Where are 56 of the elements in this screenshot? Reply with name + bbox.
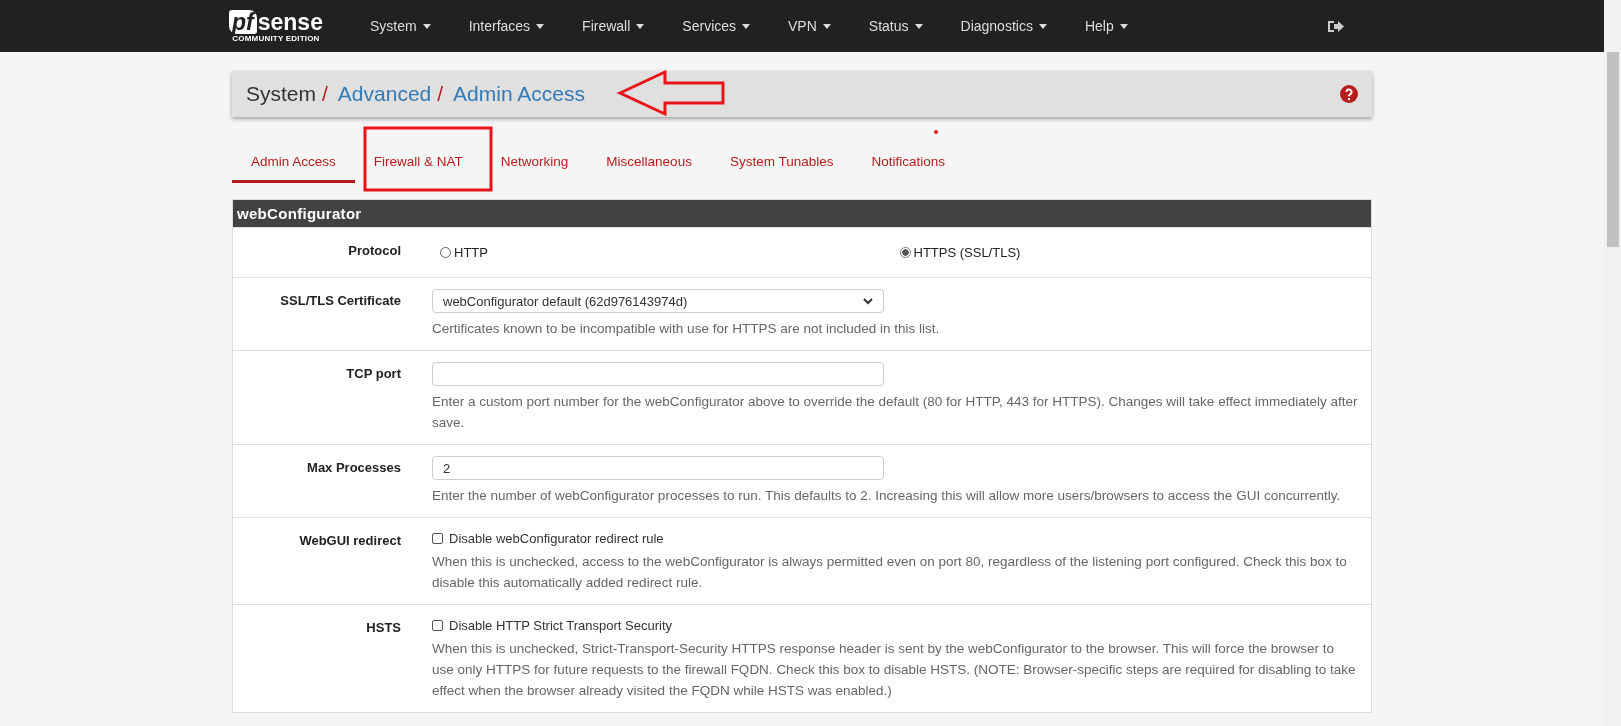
caret-icon (536, 23, 545, 29)
checkbox[interactable] (432, 620, 443, 631)
menu-item[interactable]: Status (849, 18, 942, 34)
help-text: Certificates known to be incompatible with use for HTTPS are not included in this list. (432, 320, 941, 338)
help-text: Enter a custom port number for the webConfigurator above to override the default (80 for HTTP, 443 for HTTPS). Changes will take effect immediately after save. (432, 393, 1359, 432)
dot-annotation (934, 130, 938, 134)
caret-icon (742, 23, 751, 29)
caret-icon (1119, 23, 1128, 29)
radio-button[interactable] (440, 247, 451, 258)
menu-item[interactable]: Interfaces (449, 18, 564, 34)
menu-item[interactable]: VPN (769, 18, 850, 34)
breadcrumb-separator: / (437, 82, 444, 106)
chevron-down-icon (863, 297, 873, 305)
checkbox-label: Disable HTTP Strict Transport Security (449, 618, 672, 633)
caret-icon (636, 23, 645, 29)
caret-icon (1038, 23, 1047, 29)
help-text: When this is unchecked, access to the webConfigurator is always permitted even on port 80, regardless of the listening port configured. Check this box to disable this automatically added redirect rule. (432, 553, 1348, 592)
menu-item[interactable]: Help (1065, 18, 1147, 34)
help-icon[interactable] (1340, 85, 1358, 103)
logout-icon[interactable] (1327, 18, 1344, 34)
radio-label: HTTPS (SSL/TLS) (913, 245, 1021, 260)
caret-icon (914, 23, 923, 29)
radio-button[interactable] (899, 247, 911, 258)
tab[interactable]: System Tunables (710, 142, 853, 183)
tab[interactable]: Firewall & NAT (354, 142, 482, 183)
field-label: SSL/TLS Certificate (279, 292, 401, 310)
help-text: Enter the number of webConfigurator processes to run. This defaults to 2. Increasing this will allow more users/browsers to access the GUI concurrently. (432, 487, 1342, 505)
field-label: HSTS (365, 619, 401, 637)
tab[interactable]: Miscellaneous (587, 142, 711, 183)
panel-title: webConfigurator (233, 200, 1371, 227)
caret-icon (822, 23, 831, 29)
radio-label: HTTP (454, 245, 488, 260)
checkbox[interactable] (432, 533, 443, 544)
field-label: TCP port (345, 365, 401, 383)
breadcrumb-text: System (246, 82, 316, 106)
field-label: WebGUI redirect (298, 532, 401, 550)
tab[interactable]: Admin Access (232, 142, 355, 183)
checkbox-label: Disable webConfigurator redirect rule (449, 531, 664, 546)
logo-text: sense (257, 9, 323, 34)
breadcrumb-separator: / (322, 82, 328, 106)
logo-mark: pf (229, 9, 257, 34)
help-text: When this is unchecked, Strict-Transport-Security HTTPS response header is sent by the webConfigurator to the browser. This will force the browser to use only HTTPS for future requests to the firewall FQDN. Check this box to disable HSTS. (NOTE: Browser-specific steps are required for disabling to take effect when the browser already visited the FQDN while HSTS was enabled.) (432, 640, 1357, 700)
tab[interactable]: Notifications (852, 142, 964, 183)
input-field[interactable]: 2 (432, 456, 884, 480)
tab[interactable]: Networking (481, 142, 588, 183)
menu-item[interactable]: Diagnostics (941, 18, 1066, 34)
logo-subtitle: COMMUNITY EDITION (232, 33, 320, 43)
scrollbar[interactable] (1604, 0, 1621, 726)
menu-item[interactable]: Services (663, 18, 770, 34)
certificate-dropdown[interactable]: webConfigurator default (62d976143974d) (432, 289, 884, 313)
input-field[interactable] (432, 362, 884, 386)
field-label: Max Processes (306, 459, 401, 477)
caret-icon (422, 23, 431, 29)
menu-item[interactable]: System (350, 18, 450, 34)
field-label: Protocol (347, 242, 401, 260)
menu-item[interactable]: Firewall (563, 18, 664, 34)
